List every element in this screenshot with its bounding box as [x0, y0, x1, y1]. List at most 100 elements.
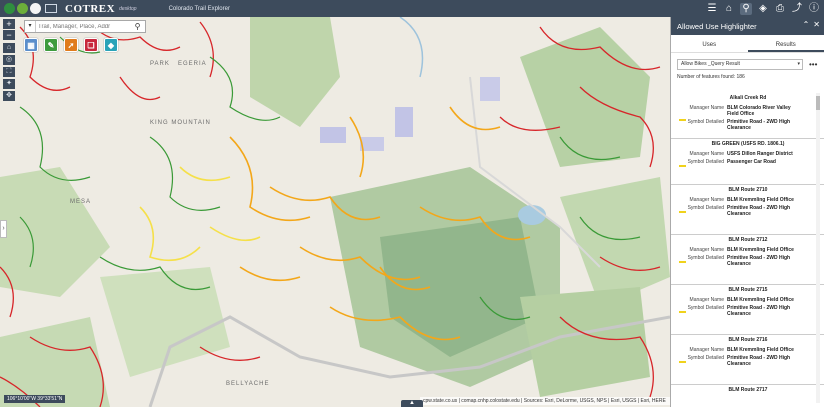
coordinate-readout: 106°10'00"W 39°33'51"N [4, 395, 66, 403]
field-value: Primitive Road - 2WD High Clearance [727, 305, 791, 317]
home-icon[interactable]: ⌂ [723, 3, 735, 15]
field-value: Primitive Road - 2WD High Clearance [727, 119, 791, 131]
result-title: Alkali Creek Rd [729, 95, 767, 101]
result-title: BIG GREEN (USFS RD. 1806.1) [711, 141, 785, 147]
result-symbol-swatch [679, 211, 686, 213]
field-value: BLM Kremmling Field Office [727, 347, 794, 353]
field-value: Primitive Road - 2WD High Clearance [727, 255, 791, 267]
bookmark-widget-icon[interactable]: ❏ [84, 38, 98, 52]
measure-widget-icon[interactable]: ✎ [44, 38, 58, 52]
result-field-symbol: Symbol Detailed Primitive Road - 2WD High… [675, 119, 821, 131]
field-label: Manager Name [689, 105, 724, 111]
list-icon[interactable]: ☰ [706, 3, 718, 15]
result-title: BLM Route 2716 [728, 337, 768, 343]
result-field-manager: Manager Name BLM Kremmling Field Office [675, 347, 821, 353]
result-layer-value: Allow Bikes _Query Result [681, 61, 740, 67]
field-label: Manager Name [689, 197, 724, 203]
map-label-mesa: MESA [70, 199, 92, 205]
side-panel-toggle[interactable]: › [0, 220, 7, 238]
draw-widget-icon[interactable]: ◆ [104, 38, 118, 52]
result-field-manager: Manager Name BLM Kremmling Field Office [675, 297, 821, 303]
zoom-out-button[interactable]: − [3, 30, 15, 40]
zoom-in-button[interactable]: + [3, 19, 15, 29]
directions-widget-icon[interactable]: ➚ [64, 38, 78, 52]
search-icon[interactable]: ⚲ [132, 21, 143, 32]
share-icon[interactable]: ⤴ [791, 3, 803, 15]
result-symbol-swatch [679, 261, 686, 263]
field-value: BLM Colorado River Valley Field Office [727, 105, 791, 117]
result-title: BLM Route 2717 [728, 387, 768, 393]
result-title: BLM Route 2715 [728, 287, 768, 293]
app-header: COTREX desktop Colorado Trail Explorer ☰… [0, 0, 824, 17]
field-value: Primitive Road - 2WD High Clearance [727, 205, 791, 217]
result-field-symbol: Symbol Detailed Passenger Car Road [675, 159, 821, 165]
pan-icon[interactable]: ✥ [3, 91, 15, 101]
result-field-symbol: Symbol Detailed Primitive Road - 2WD High… [675, 205, 821, 217]
layer-list-widget-icon[interactable]: ▦ [24, 38, 38, 52]
result-card[interactable]: BLM Route 2710 Manager Name BLM Kremmling … [671, 185, 824, 235]
field-value: USFS Dillon Ranger District [727, 151, 793, 157]
field-value: BLM Kremmling Field Office [727, 297, 794, 303]
result-card[interactable]: BLM Route 2712 Manager Name BLM Kremmling … [671, 235, 824, 285]
result-field-manager: Manager Name BLM Kremmling Field Office [675, 247, 821, 253]
desktop-icon [45, 4, 57, 13]
field-label: Manager Name [689, 347, 724, 353]
brand-edition: desktop [119, 5, 137, 12]
logo [0, 0, 57, 17]
app-window: COTREX desktop Colorado Trail Explorer ☰… [0, 0, 824, 407]
map-attribution: cpw.state.co.us | comap.cnhp.colostate.e… [420, 397, 670, 405]
scrollbar-thumb[interactable] [816, 96, 820, 110]
brand-title: COTREX [65, 2, 116, 15]
map-label-bellyache: BELLYACHE [226, 381, 270, 387]
map-view[interactable]: PARK EGERIA KING MOUNTAIN MESA BELLYACHE… [0, 17, 670, 407]
search-input[interactable] [36, 21, 132, 32]
result-field-manager: Manager Name BLM Colorado River Valley Fi… [675, 105, 821, 117]
fullscreen-icon[interactable]: ⛶ [3, 67, 15, 77]
tab-uses[interactable]: Uses [671, 38, 748, 52]
locate-icon[interactable]: ◎ [3, 55, 15, 65]
tab-results[interactable]: Results [747, 38, 824, 52]
compass-icon[interactable]: ✦ [3, 79, 15, 89]
field-label: Manager Name [689, 247, 724, 253]
logo-badge-co [4, 3, 15, 14]
trail-search-icon[interactable]: ⚲ [740, 2, 752, 15]
home-extent-icon[interactable]: ⌂ [3, 43, 15, 53]
panel-title: Allowed Use Highlighter [677, 21, 757, 31]
search-source-dropdown[interactable]: ▾ [25, 21, 36, 32]
result-symbol-swatch [679, 361, 686, 363]
print-icon[interactable]: ⎙ [774, 3, 786, 15]
result-card[interactable]: Alkali Creek Rd Manager Name BLM Colorado … [671, 93, 824, 139]
collapse-icon[interactable]: ⌃ [803, 20, 810, 29]
result-field-symbol: Symbol Detailed Primitive Road - 2WD High… [675, 355, 821, 367]
field-value: BLM Kremmling Field Office [727, 247, 794, 253]
result-card[interactable]: BLM Route 2715 Manager Name BLM Kremmling … [671, 285, 824, 335]
close-icon[interactable]: ✕ [813, 20, 820, 29]
field-value: Passenger Car Road [727, 159, 776, 165]
map-label-egeria: EGERIA [178, 61, 207, 67]
chevron-down-icon: ▾ [797, 61, 800, 67]
field-value: BLM Kremmling Field Office [727, 197, 794, 203]
result-title: BLM Route 2710 [728, 187, 768, 193]
result-field-manager: Manager Name USFS Dillon Ranger District [675, 151, 821, 157]
result-card[interactable]: BLM Route 2716 Manager Name BLM Kremmling … [671, 335, 824, 385]
more-options-icon[interactable]: ••• [809, 60, 817, 69]
result-layer-select[interactable]: Allow Bikes _Query Result ▾ [677, 59, 803, 70]
result-card[interactable]: BLM Route 2717 [671, 385, 824, 407]
result-symbol-swatch [679, 165, 686, 167]
logo-badge-white [30, 3, 41, 14]
feature-count: Number of features found: 186 [677, 74, 745, 80]
map-label-park: PARK [150, 61, 170, 67]
results-scrollbar[interactable] [816, 93, 820, 403]
results-list: Alkali Creek Rd Manager Name BLM Colorado … [671, 93, 824, 407]
result-field-symbol: Symbol Detailed Primitive Road - 2WD High… [675, 255, 821, 267]
attribute-table-toggle[interactable]: ▲ [401, 400, 423, 407]
layers-icon[interactable]: ◈ [757, 3, 769, 15]
search-box: ▾ ⚲ [24, 20, 146, 33]
result-card[interactable]: BIG GREEN (USFS RD. 1806.1) Manager Name U… [671, 139, 824, 185]
field-label: Manager Name [689, 151, 724, 157]
field-value: Primitive Road - 2WD High Clearance [727, 355, 791, 367]
result-symbol-swatch [679, 311, 686, 313]
result-field-symbol: Symbol Detailed Primitive Road - 2WD High… [675, 305, 821, 317]
basemap [0, 17, 670, 407]
info-icon[interactable]: ⓘ [808, 3, 820, 15]
